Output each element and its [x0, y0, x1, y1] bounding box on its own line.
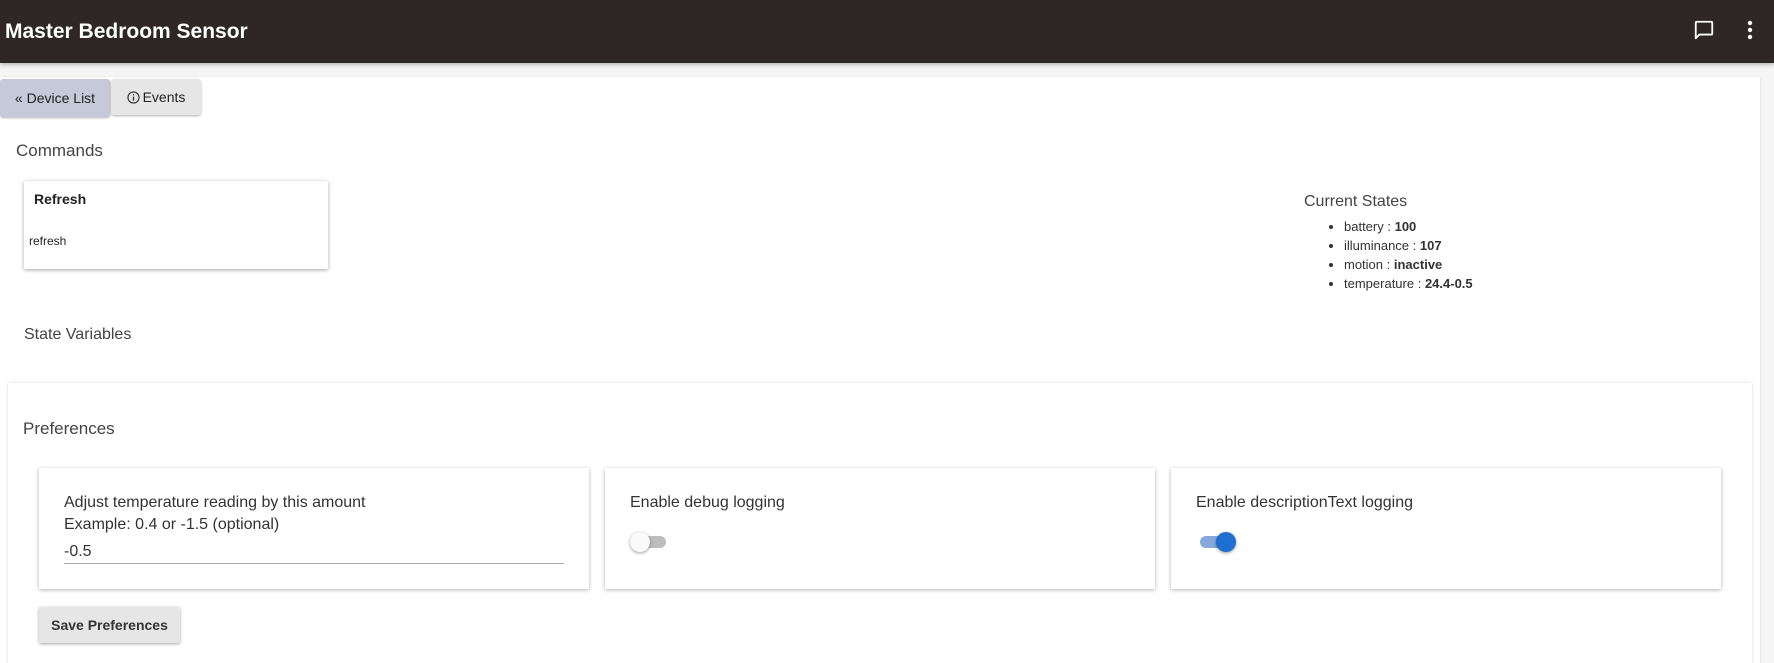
current-states: Current States battery : 100 illuminance… [1304, 193, 1473, 293]
state-item: battery : 100 [1344, 217, 1473, 236]
temp-offset-label-line2: Example: 0.4 or -1.5 (optional) [64, 516, 280, 533]
preferences-title: Preferences [23, 419, 115, 438]
command-name: Refresh [34, 191, 87, 207]
toggle-knob [630, 532, 650, 552]
info-icon [126, 90, 140, 104]
device-list-button[interactable]: « Device List [0, 79, 110, 117]
page-title: Master Bedroom Sensor [5, 19, 248, 43]
debug-logging-label: Enable debug logging [630, 494, 785, 511]
state-item: temperature : 24.4-0.5 [1344, 274, 1473, 293]
desc-logging-label: Enable descriptionText logging [1196, 494, 1414, 511]
debug-logging-toggle[interactable] [630, 530, 670, 554]
current-states-list: battery : 100 illuminance : 107 motion :… [1304, 217, 1473, 293]
state-key: illuminance [1344, 238, 1410, 253]
state-variables-title: State Variables [24, 326, 132, 343]
pref-card-desc-logging: Enable descriptionText logging [1171, 468, 1721, 589]
temp-offset-label: Adjust temperature reading by this amoun… [64, 492, 366, 536]
state-item: motion : inactive [1344, 255, 1473, 274]
state-key: battery [1344, 219, 1384, 234]
desc-logging-toggle[interactable] [1196, 530, 1236, 554]
preferences-section: Preferences Adjust temperature reading b… [8, 383, 1752, 663]
temp-offset-input[interactable] [64, 540, 564, 564]
device-detail-panel: « Device List Events Commands Refresh re… [0, 77, 1760, 663]
command-method: refresh [29, 234, 67, 248]
state-key: temperature [1344, 276, 1415, 291]
commands-title: Commands [16, 141, 103, 160]
state-key: motion [1344, 257, 1384, 272]
events-label: Events [142, 89, 186, 105]
current-states-title: Current States [1304, 193, 1408, 210]
header-actions [1692, 18, 1762, 42]
state-value: 100 [1394, 219, 1417, 234]
pref-card-debug-logging: Enable debug logging [605, 468, 1155, 589]
events-button[interactable]: Events [111, 79, 201, 115]
top-app-bar: Master Bedroom Sensor [0, 0, 1774, 63]
state-item: illuminance : 107 [1344, 236, 1473, 255]
message-icon[interactable] [1692, 18, 1716, 42]
state-value: 107 [1419, 238, 1442, 253]
more-vert-icon[interactable] [1738, 18, 1762, 42]
toggle-knob [1216, 532, 1236, 552]
pref-card-temp-offset: Adjust temperature reading by this amoun… [39, 468, 589, 589]
temp-offset-label-line1: Adjust temperature reading by this amoun… [64, 494, 366, 511]
save-preferences-button[interactable]: Save Preferences [39, 607, 180, 643]
state-value: 24.4-0.5 [1424, 276, 1473, 291]
state-value: inactive [1393, 257, 1443, 272]
command-card-refresh[interactable]: Refresh refresh [24, 181, 328, 269]
